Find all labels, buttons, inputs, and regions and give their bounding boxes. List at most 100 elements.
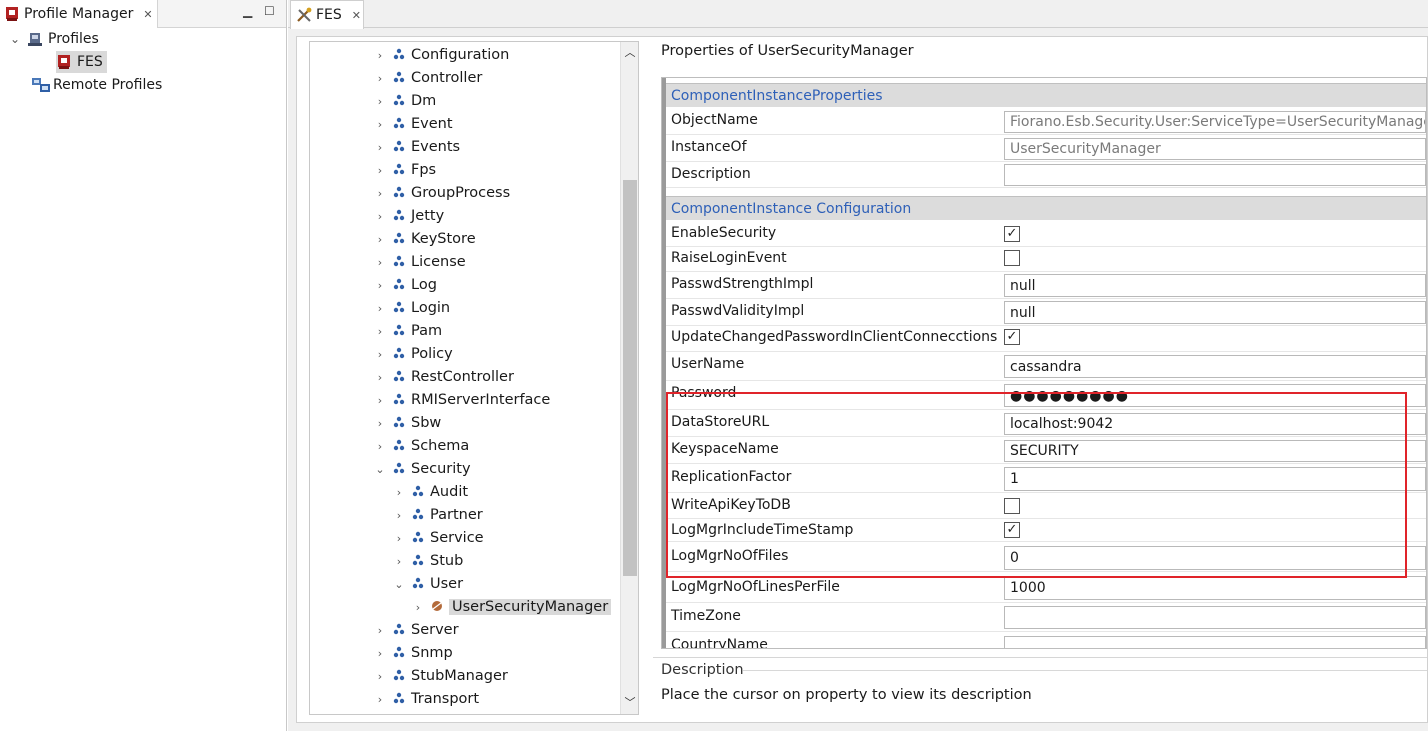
chevron-right-icon[interactable]: ›	[374, 371, 386, 384]
module-tree-item[interactable]: › Log	[374, 274, 437, 296]
vertical-scrollbar[interactable]: ︿ ﹀	[620, 42, 638, 714]
writeapikeytodb-checkbox[interactable]	[1004, 498, 1020, 514]
tree-item-fes[interactable]: FES	[56, 51, 107, 73]
chevron-right-icon[interactable]: ›	[374, 118, 386, 131]
module-node-icon	[411, 508, 425, 523]
password-field[interactable]: ●●●●●●●●●	[1004, 384, 1426, 407]
module-tree-item[interactable]: › KeyStore	[374, 228, 476, 250]
chevron-down-icon[interactable]: ⌄	[8, 32, 22, 46]
chevron-right-icon[interactable]: ›	[374, 440, 386, 453]
chevron-right-icon[interactable]: ›	[374, 49, 386, 62]
chevron-right-icon[interactable]: ›	[374, 256, 386, 269]
module-tree-item[interactable]: › Events	[374, 136, 460, 158]
chevron-right-icon[interactable]: ›	[374, 670, 386, 683]
close-icon[interactable]: ✕	[143, 8, 152, 21]
scrollbar-thumb[interactable]	[623, 180, 637, 576]
module-tree-item[interactable]: ⌄ Security	[374, 458, 470, 480]
chevron-right-icon[interactable]: ›	[374, 647, 386, 660]
chevron-right-icon[interactable]: ›	[374, 210, 386, 223]
tree-item-profiles[interactable]: ⌄ Profiles	[8, 28, 99, 50]
instanceof-field[interactable]: UserSecurityManager	[1004, 138, 1426, 160]
module-tree-item[interactable]: › Audit	[393, 481, 468, 503]
logmgrnooflinesperfile-field[interactable]: 1000	[1004, 576, 1426, 600]
chevron-right-icon[interactable]: ›	[374, 348, 386, 361]
module-tree-item[interactable]: › Dm	[374, 90, 437, 112]
passwdvalidityimpl-field[interactable]: null	[1004, 301, 1426, 324]
module-tree-item[interactable]: › Configuration	[374, 44, 510, 66]
module-tree-item[interactable]: › Transport	[374, 688, 479, 710]
chevron-right-icon[interactable]: ›	[374, 72, 386, 85]
maximize-icon[interactable]: ☐	[264, 4, 275, 18]
module-tree-item[interactable]: › Stub	[393, 550, 464, 572]
section-component-instance-configuration[interactable]: ComponentInstance Configuration	[666, 196, 1426, 220]
module-tree-item[interactable]: › GroupProcess	[374, 182, 510, 204]
close-icon[interactable]: ✕	[352, 9, 361, 22]
chevron-right-icon[interactable]: ›	[393, 486, 405, 499]
profile-manager-tab[interactable]: Profile Manager ✕	[0, 0, 158, 28]
module-tree-item[interactable]: › Event	[374, 113, 453, 135]
chevron-right-icon[interactable]: ›	[374, 141, 386, 154]
datastoreurl-field[interactable]: localhost:9042	[1004, 413, 1426, 435]
module-tree-item[interactable]: ⌄ User	[393, 573, 463, 595]
property-row-updatechangedpassword: UpdateChangedPasswordInClientConneccti​o…	[666, 326, 1426, 352]
minimize-icon[interactable]: ▁	[243, 4, 252, 18]
raiseloginevent-checkbox[interactable]	[1004, 250, 1020, 266]
timezone-field[interactable]	[1004, 606, 1426, 629]
scroll-up-icon[interactable]: ︿	[621, 44, 638, 62]
enablesecurity-checkbox[interactable]: ✓	[1004, 226, 1020, 242]
chevron-right-icon[interactable]: ›	[374, 164, 386, 177]
countryname-field[interactable]	[1004, 636, 1426, 648]
module-tree-item[interactable]: › StubManager	[374, 665, 508, 687]
chevron-down-icon[interactable]: ⌄	[393, 578, 405, 591]
module-tree-item[interactable]: › RestController	[374, 366, 514, 388]
logmgrincludetimestamp-checkbox[interactable]: ✓	[1004, 522, 1020, 538]
logmgrnooffiles-field[interactable]: 0	[1004, 546, 1426, 570]
chevron-right-icon[interactable]: ›	[374, 302, 386, 315]
chevron-right-icon[interactable]: ›	[374, 187, 386, 200]
section-component-instance-properties[interactable]: ComponentInstanceProperties	[666, 83, 1426, 107]
chevron-right-icon[interactable]: ›	[393, 555, 405, 568]
module-tree-item[interactable]: › Policy	[374, 343, 453, 365]
chevron-right-icon[interactable]: ›	[374, 417, 386, 430]
replicationfactor-field[interactable]: 1	[1004, 467, 1426, 491]
tree-item-remote-profiles[interactable]: Remote Profiles	[32, 74, 162, 96]
module-tree-item[interactable]: › RMIServerInterface	[374, 389, 551, 411]
module-tree-item[interactable]: › Login	[374, 297, 450, 319]
module-tree-item[interactable]: › Server	[374, 619, 459, 641]
username-field[interactable]: cassandra	[1004, 355, 1426, 378]
chevron-down-icon[interactable]: ⌄	[374, 463, 386, 476]
description-field[interactable]	[1004, 164, 1426, 186]
module-tree-item[interactable]: › Schema	[374, 435, 470, 457]
module-tree-item[interactable]: › Sbw	[374, 412, 441, 434]
module-tree-item[interactable]: › Fps	[374, 159, 436, 181]
objectname-field[interactable]: Fiorano.Esb.Security.User:ServiceType=Us…	[1004, 111, 1426, 133]
tools-icon	[296, 7, 312, 23]
module-node-icon	[392, 255, 406, 270]
chevron-right-icon[interactable]: ›	[393, 532, 405, 545]
remote-profiles-icon	[32, 77, 50, 93]
module-tree-item[interactable]: › Service	[393, 527, 484, 549]
scroll-down-icon[interactable]: ﹀	[621, 694, 638, 712]
chevron-right-icon[interactable]: ›	[374, 95, 386, 108]
module-tree-item[interactable]: › Controller	[374, 67, 483, 89]
module-tree-item[interactable]: › Snmp	[374, 642, 453, 664]
keyspacename-field[interactable]: SECURITY	[1004, 440, 1426, 462]
property-row-enablesecurity: EnableSecurity ✓	[666, 221, 1426, 247]
editor-tab-fes[interactable]: FES ✕	[290, 0, 364, 29]
chevron-right-icon[interactable]: ›	[393, 509, 405, 522]
chevron-right-icon[interactable]: ›	[374, 325, 386, 338]
module-tree-item[interactable]: › Partner	[393, 504, 483, 526]
chevron-right-icon[interactable]: ›	[374, 624, 386, 637]
chevron-right-icon[interactable]: ›	[374, 693, 386, 706]
module-tree-item[interactable]: › License	[374, 251, 466, 273]
passwdstrengthimpl-field[interactable]: null	[1004, 274, 1426, 297]
module-tree-item[interactable]: › Pam	[374, 320, 442, 342]
chevron-right-icon[interactable]: ›	[374, 279, 386, 292]
chevron-right-icon[interactable]: ›	[374, 233, 386, 246]
module-tree-item[interactable]: › Jetty	[374, 205, 444, 227]
module-tree-item-label: Policy	[411, 346, 453, 362]
updatechangedpassword-checkbox[interactable]: ✓	[1004, 329, 1020, 345]
module-tree-item[interactable]: › UserSecurityManager	[412, 596, 612, 618]
chevron-right-icon[interactable]: ›	[374, 394, 386, 407]
chevron-right-icon[interactable]: ›	[412, 601, 424, 614]
